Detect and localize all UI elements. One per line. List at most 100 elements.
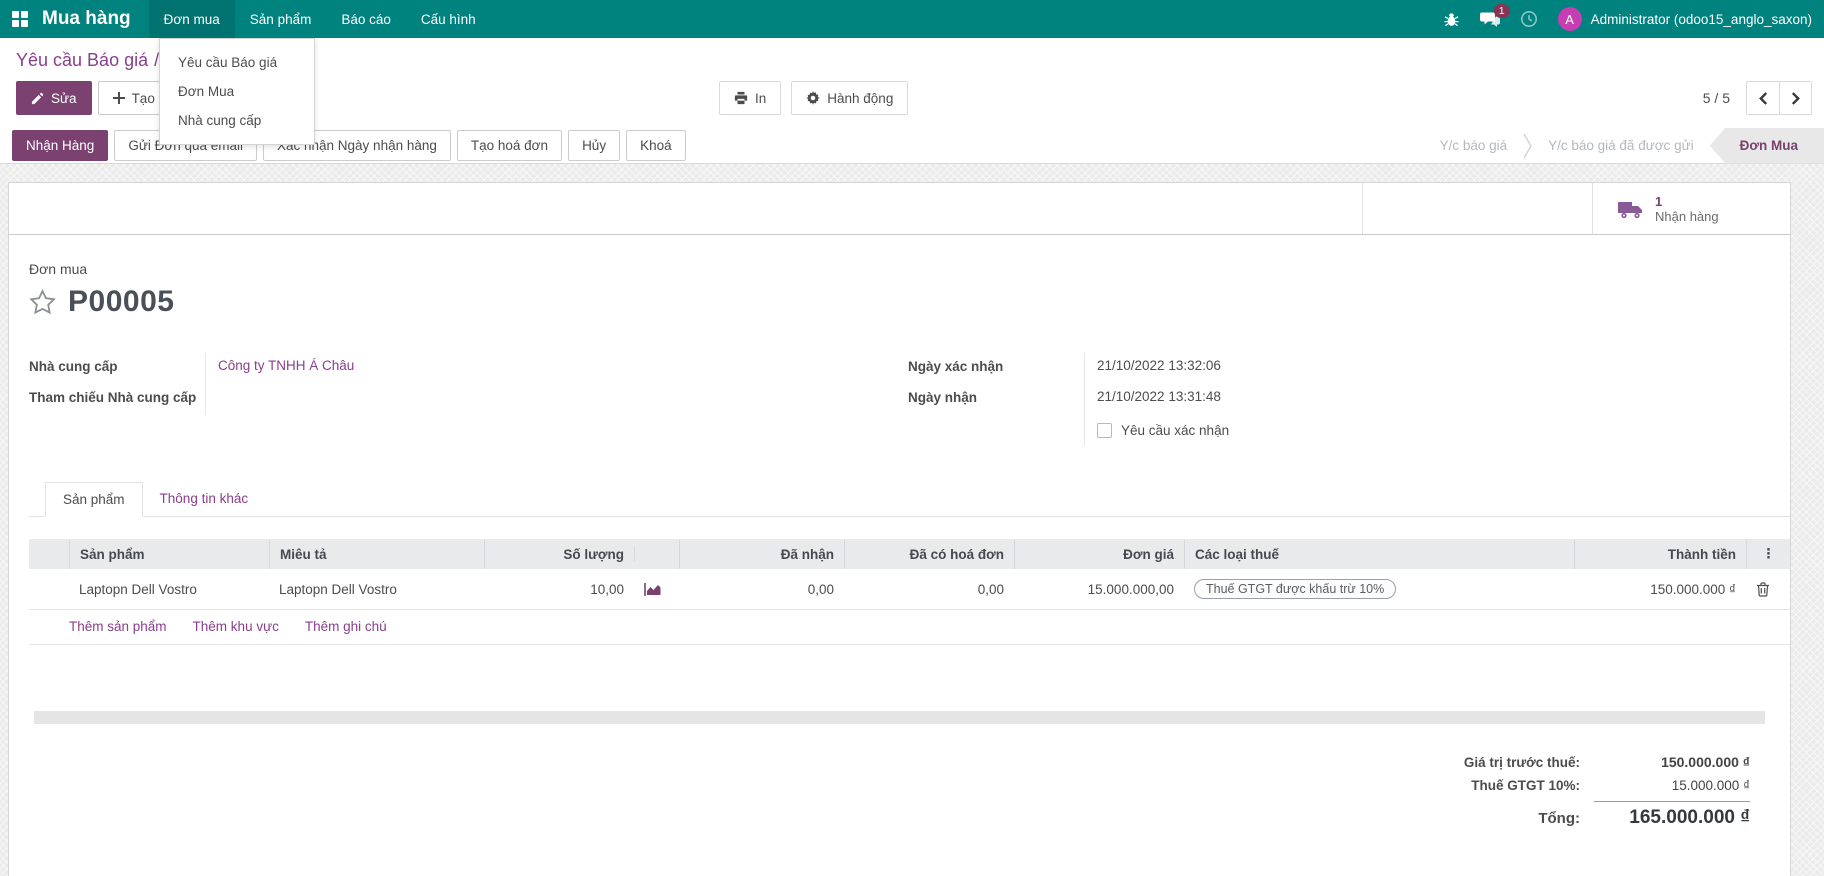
receipt-label: Nhận hàng — [1655, 208, 1719, 224]
table-row[interactable]: Laptopn Dell Vostro Laptopn Dell Vostro … — [29, 569, 1790, 610]
edit-button[interactable]: Sửa — [16, 81, 92, 115]
dropdown-item-yeu-cau-bao-gia[interactable]: Yêu cầu Báo giá — [160, 48, 314, 77]
user-name: Administrator (odoo15_anglo_saxon) — [1590, 11, 1812, 27]
header-quantity[interactable]: Số lượng — [484, 539, 634, 569]
receipt-date-label: Ngày nhận — [908, 390, 978, 405]
tax-tag[interactable]: Thuế GTGT được khấu trừ 10% — [1194, 579, 1397, 599]
app-brand[interactable]: Mua hàng — [40, 0, 149, 38]
cell-received[interactable]: 0,00 — [679, 572, 844, 607]
truck-icon — [1618, 201, 1642, 218]
cell-unit-price[interactable]: 15.000.000,00 — [1014, 572, 1184, 607]
user-menu[interactable]: A Administrator (odoo15_anglo_saxon) — [1557, 7, 1812, 31]
add-note-link[interactable]: Thêm ghi chú — [305, 619, 387, 634]
form-sheet: 1 Nhận hàng Đơn mua P00005 Nhà cung cấp … — [8, 182, 1791, 876]
table-header-row: Sản phẩm Miêu tả Số lượng Đã nhận Đã có … — [29, 539, 1790, 569]
untaxed-amount-label: Giá trị trước thuế: — [1463, 755, 1580, 770]
chevron-left-icon — [1758, 91, 1767, 105]
confirmation-date-label: Ngày xác nhận — [908, 359, 1004, 374]
activities-clock-icon[interactable] — [1520, 10, 1538, 28]
total-value: 165.000.000 ₫ — [1594, 801, 1750, 829]
apps-menu-button[interactable] — [0, 0, 40, 38]
don-mua-dropdown: Yêu cầu Báo giá Đơn Mua Nhà cung cấp — [159, 38, 315, 145]
cancel-button[interactable]: Hủy — [568, 130, 621, 161]
nav-menu-bao-cao[interactable]: Báo cáo — [326, 0, 406, 38]
ask-confirmation-label: Yêu cầu xác nhận — [1121, 423, 1230, 438]
tab-products[interactable]: Sản phẩm — [45, 482, 143, 517]
status-step-rfq-sent[interactable]: Y/c báo giá đã được gửi — [1532, 138, 1710, 153]
pencil-icon — [31, 92, 44, 104]
cell-billed[interactable]: 0,00 — [844, 572, 1014, 607]
receive-products-button[interactable]: Nhận Hàng — [12, 130, 109, 161]
chevron-right-icon — [1791, 91, 1800, 105]
receipt-stat-button[interactable]: 1 Nhận hàng — [1592, 183, 1790, 234]
header-unit-price[interactable]: Đơn giá — [1014, 539, 1184, 569]
notebook-tabs: Sản phẩm Thông tin khác — [29, 482, 1790, 517]
avatar: A — [1557, 7, 1582, 31]
fields-left-column: Nhà cung cấp Công ty TNHH Á Châu Tham ch… — [29, 353, 884, 446]
pager-count: 5 / 5 — [1702, 90, 1730, 106]
header-billed[interactable]: Đã có hoá đơn — [844, 539, 1014, 569]
row-handle[interactable] — [29, 579, 69, 599]
printer-icon — [734, 91, 748, 105]
optional-columns-toggle[interactable]: ⋮ — [1746, 539, 1790, 569]
pager-next-button[interactable] — [1779, 82, 1811, 114]
status-step-purchase-order[interactable]: Đơn Mua — [1709, 127, 1824, 164]
cell-quantity[interactable]: 10,00 — [484, 572, 634, 607]
page-title: P00005 — [68, 285, 175, 318]
apps-grid-icon — [12, 11, 28, 27]
untaxed-amount-value: 150.000.000 ₫ — [1661, 754, 1750, 770]
order-lines-table: Sản phẩm Miêu tả Số lượng Đã nhận Đã có … — [29, 539, 1790, 645]
receipt-count: 1 — [1655, 193, 1663, 209]
step-separator-icon — [1523, 133, 1532, 158]
pager-previous-button[interactable] — [1747, 82, 1779, 114]
tax-amount-label: Thuế GTGT 10%: — [1471, 778, 1580, 793]
document-type-label: Đơn mua — [29, 261, 88, 277]
table-footer-links: Thêm sản phẩm Thêm khu vực Thêm ghi chú — [29, 610, 1790, 645]
debug-bug-icon[interactable] — [1443, 11, 1460, 28]
breadcrumb-link[interactable]: Yêu cầu Báo giá — [16, 50, 148, 70]
ask-confirmation-checkbox[interactable] — [1097, 423, 1112, 438]
confirmation-date-value[interactable]: 21/10/2022 13:32:06 — [1084, 353, 1750, 384]
add-product-link[interactable]: Thêm sản phẩm — [69, 619, 167, 634]
nav-menu-san-pham[interactable]: Sản phẩm — [235, 0, 327, 38]
top-navbar: Mua hàng Đơn mua Sản phẩm Báo cáo Cấu hì… — [0, 0, 1824, 38]
lock-button[interactable]: Khoá — [626, 130, 686, 161]
vendor-reference-label: Tham chiếu Nhà cung cấp — [29, 390, 197, 405]
gear-icon — [806, 91, 821, 105]
nav-menu-don-mua[interactable]: Đơn mua — [148, 0, 235, 38]
horizontal-scrollbar[interactable] — [34, 711, 1765, 724]
cell-product[interactable]: Laptopn Dell Vostro — [69, 572, 269, 607]
messages-icon[interactable]: 1 — [1479, 3, 1510, 28]
plus-icon — [112, 92, 125, 104]
total-label: Tổng: — [1538, 810, 1580, 827]
vendor-label: Nhà cung cấp — [29, 359, 118, 374]
print-button[interactable]: In — [719, 81, 782, 115]
totals-block: Giá trị trước thuế: 150.000.000 ₫ Thuế G… — [1280, 750, 1750, 833]
button-box-spacer — [1362, 183, 1592, 234]
tab-other-info[interactable]: Thông tin khác — [143, 482, 266, 517]
header-received[interactable]: Đã nhận — [679, 539, 844, 569]
create-bill-button[interactable]: Tạo hoá đơn — [456, 130, 563, 161]
nav-menu-cau-hinh[interactable]: Cấu hình — [406, 0, 491, 38]
favorite-star-icon[interactable] — [29, 289, 56, 315]
dropdown-item-don-mua[interactable]: Đơn Mua — [160, 77, 314, 106]
forecast-chart-icon[interactable] — [644, 582, 663, 597]
cell-description[interactable]: Laptopn Dell Vostro — [269, 572, 484, 607]
delete-row-trash-icon[interactable] — [1756, 581, 1770, 597]
header-product[interactable]: Sản phẩm — [69, 539, 269, 569]
form-view-background: 1 Nhận hàng Đơn mua P00005 Nhà cung cấp … — [0, 164, 1824, 876]
receipt-date-value[interactable]: 21/10/2022 13:31:48 — [1084, 384, 1750, 415]
vendor-value-link[interactable]: Công ty TNHH Á Châu — [218, 358, 354, 373]
fields-right-column: Ngày xác nhận 21/10/2022 13:32:06 Ngày n… — [908, 353, 1750, 446]
dropdown-item-nha-cung-cap[interactable]: Nhà cung cấp — [160, 106, 314, 135]
header-subtotal[interactable]: Thành tiền — [1574, 539, 1746, 569]
tax-amount-value: 15.000.000 ₫ — [1671, 778, 1750, 793]
header-taxes[interactable]: Các loại thuế — [1184, 539, 1574, 569]
button-box: 1 Nhận hàng — [9, 183, 1790, 235]
action-button[interactable]: Hành động — [791, 81, 909, 115]
cell-subtotal: 150.000.000 ₫ — [1650, 581, 1736, 597]
header-description[interactable]: Miêu tả — [269, 539, 484, 569]
add-section-link[interactable]: Thêm khu vực — [193, 619, 279, 634]
vendor-reference-value[interactable] — [205, 384, 884, 415]
status-step-rfq[interactable]: Y/c báo giá — [1424, 138, 1524, 153]
